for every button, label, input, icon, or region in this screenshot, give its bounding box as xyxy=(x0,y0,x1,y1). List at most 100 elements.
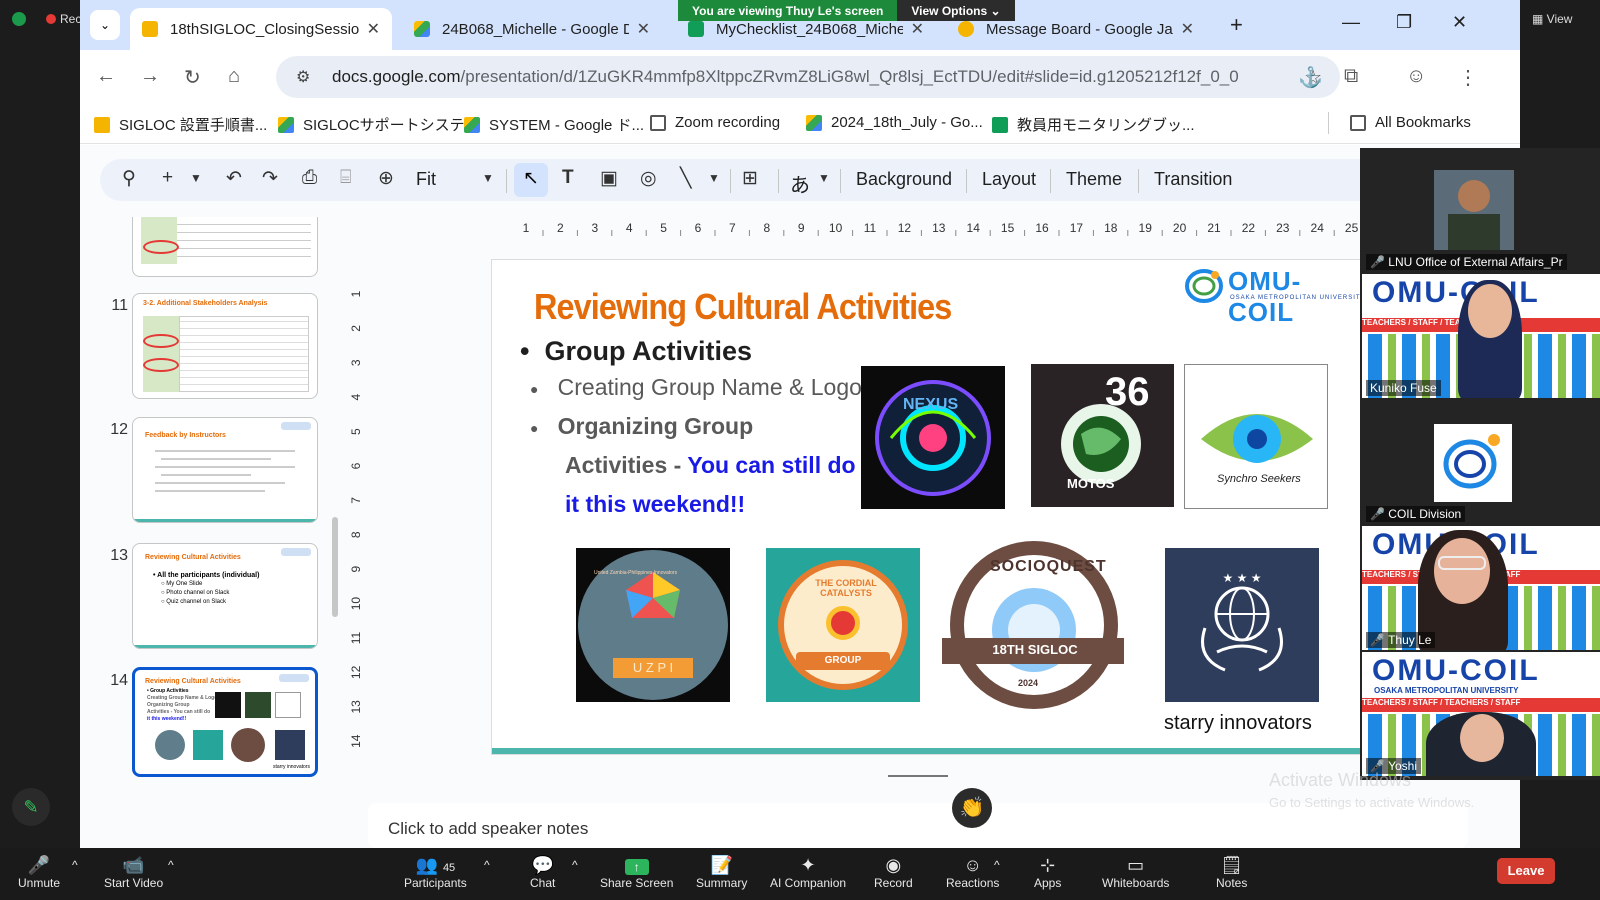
chevron-down-icon[interactable]: ▼ xyxy=(708,171,720,185)
undo-icon[interactable]: ↶ xyxy=(226,167,242,190)
chevron-down-icon[interactable]: ▼ xyxy=(818,171,830,185)
background-button[interactable]: Background xyxy=(856,169,952,190)
close-icon[interactable]: ✕ xyxy=(1181,19,1194,39)
zoom-value: Fit xyxy=(416,169,436,189)
logo-caption: MOTOS xyxy=(1067,476,1115,491)
transition-label: Transition xyxy=(1154,169,1233,189)
new-slide-icon[interactable]: + xyxy=(162,167,173,189)
chevron-up-icon[interactable]: ^ xyxy=(168,858,174,872)
omu-swirl-icon xyxy=(1443,434,1500,489)
participant-tile[interactable]: 🎤 LNU Office of External Affairs_Pr xyxy=(1362,148,1600,272)
start-video-button[interactable]: 📹 Start Video xyxy=(104,854,163,890)
participant-tile-active[interactable]: OMU-COIL TEACHERS / STAFF / TEACHERS / S… xyxy=(1362,526,1600,650)
participant-tile[interactable]: 🎤 COIL Division xyxy=(1362,400,1600,524)
ai-companion-button[interactable]: ✦ AI Companion xyxy=(770,854,846,890)
url-input[interactable]: ⚙ docs.google.com/presentation/d/1ZuGKR4… xyxy=(276,56,1340,98)
extension-icon[interactable]: ⚓ xyxy=(1298,65,1323,90)
share-screen-button[interactable]: ↑ Share Screen xyxy=(600,854,673,890)
chevron-down-icon[interactable]: ▼ xyxy=(482,171,494,185)
ruler-tick-label: 12 xyxy=(898,221,912,235)
close-icon[interactable]: ✕ xyxy=(367,19,380,39)
chevron-up-icon[interactable]: ^ xyxy=(72,858,78,872)
participants-button[interactable]: 👥 45 Participants xyxy=(404,854,467,890)
all-bookmarks[interactable]: All Bookmarks xyxy=(1350,114,1471,131)
reload-icon[interactable]: ↻ xyxy=(184,65,201,90)
new-tab-button[interactable]: + xyxy=(1230,12,1243,38)
notes-resize-handle[interactable] xyxy=(888,775,948,777)
tab-search-button[interactable]: ⌄ xyxy=(90,10,120,40)
input-tools-button[interactable]: あ xyxy=(790,169,810,198)
leave-button[interactable]: Leave xyxy=(1497,858,1555,884)
bookmark-item[interactable]: SIGLOCサポートシステム xyxy=(278,114,479,135)
toolbar-divider xyxy=(840,169,841,193)
ruler-tick-label: 8 xyxy=(763,221,770,235)
ruler-tick-label: 18 xyxy=(1104,221,1118,235)
select-tool[interactable]: ↖ xyxy=(514,163,548,197)
line-icon[interactable]: ╲ xyxy=(680,167,691,190)
reactions-button[interactable]: ☺ Reactions xyxy=(946,854,999,890)
close-icon[interactable]: ✕ xyxy=(911,19,924,39)
zoom-select[interactable]: Fit xyxy=(416,169,436,190)
bookmark-item[interactable]: 教員用モニタリングブッ... xyxy=(992,114,1195,135)
slide-thumbnail[interactable]: 3-2. Additional Stakeholders Analysis xyxy=(132,293,318,399)
chevron-down-icon[interactable]: ▼ xyxy=(190,171,202,185)
print-icon[interactable]: ⎙ xyxy=(302,167,317,189)
window-close-icon[interactable]: ✕ xyxy=(1452,12,1467,33)
paint-format-icon[interactable]: ⌸ xyxy=(340,167,351,189)
redo-icon[interactable]: ↷ xyxy=(262,167,278,190)
logo-thumb xyxy=(245,692,271,718)
chevron-up-icon[interactable]: ^ xyxy=(572,858,578,872)
filmstrip-scrollbar[interactable] xyxy=(332,517,338,617)
text-box-icon[interactable]: T xyxy=(562,167,574,189)
apps-button[interactable]: ⊹ Apps xyxy=(1034,854,1061,890)
notes-button[interactable]: 🗒 Notes xyxy=(1216,854,1247,890)
back-icon[interactable]: ← xyxy=(96,65,116,88)
slide-thumbnail[interactable]: Feedback by Instructors xyxy=(132,417,318,523)
site-info-icon[interactable]: ⚙ xyxy=(296,67,318,87)
slide-canvas[interactable]: Reviewing Cultural Activities OMU-COIL O… xyxy=(492,260,1365,754)
muted-mic-icon: 🎤 xyxy=(1370,633,1385,647)
record-button[interactable]: ◉ Record xyxy=(874,854,913,890)
theme-button[interactable]: Theme xyxy=(1066,169,1122,190)
thumbnail-line xyxy=(155,466,295,468)
tab-drive[interactable]: 24B068_Michelle - Google D ✕ xyxy=(402,8,662,50)
share-banner-message: You are viewing Thuy Le's screen xyxy=(678,0,898,21)
summary-button[interactable]: 📝 Summary xyxy=(696,854,747,890)
view-button[interactable]: ▦ View xyxy=(1532,12,1572,26)
whiteboards-button[interactable]: ▭ Whiteboards xyxy=(1102,854,1169,890)
bookmark-item[interactable]: 2024_18th_July - Go... xyxy=(806,114,983,131)
tab-slides[interactable]: 18thSIGLOC_ClosingSession ✕ xyxy=(130,8,392,50)
layout-button[interactable]: Layout xyxy=(982,169,1036,190)
profile-icon[interactable]: ☺ xyxy=(1406,65,1426,88)
forward-icon[interactable]: → xyxy=(140,65,160,88)
participant-tile[interactable]: OMU-COIL TEACHERS / STAFF / TEACHERS / S… xyxy=(1362,274,1600,398)
cursor-icon: ↖ xyxy=(523,168,539,189)
add-comment-icon[interactable]: ⊞ xyxy=(742,167,758,190)
minimize-icon[interactable]: — xyxy=(1342,12,1360,33)
menu-icon[interactable]: ⋮ xyxy=(1458,65,1478,90)
slide-thumbnail-selected[interactable]: Reviewing Cultural Activities • Group Ac… xyxy=(132,667,318,777)
unmute-button[interactable]: 🎤 Unmute xyxy=(18,854,60,890)
ruler-tick-label: 10 xyxy=(350,597,363,611)
slide-thumbnail[interactable]: Reviewing Cultural Activities • All the … xyxy=(132,543,318,649)
participant-tile[interactable]: OMU-COIL OSAKA METROPOLITAN UNIVERSITY T… xyxy=(1362,652,1600,776)
chevron-up-icon[interactable]: ^ xyxy=(484,858,490,872)
shape-icon[interactable]: ◎ xyxy=(640,167,657,190)
search-icon[interactable]: ⚲ xyxy=(122,167,136,190)
view-options-button[interactable]: View Options ⌄ xyxy=(897,0,1015,21)
bookmark-item[interactable]: SYSTEM - Google ド... xyxy=(464,114,644,135)
restore-icon[interactable]: ❐ xyxy=(1396,12,1412,33)
transition-button[interactable]: Transition xyxy=(1154,169,1232,190)
annotate-pen-icon[interactable]: ✎ xyxy=(12,788,50,826)
bookmark-item[interactable]: Zoom recording xyxy=(650,114,780,131)
close-icon[interactable]: ✕ xyxy=(637,19,650,39)
chevron-up-icon[interactable]: ^ xyxy=(994,858,1000,872)
chat-button[interactable]: 💬 Chat xyxy=(530,854,555,890)
zoom-icon[interactable]: ⊕ xyxy=(378,167,394,190)
image-icon[interactable]: ▣ xyxy=(600,167,618,190)
home-icon[interactable]: ⌂ xyxy=(228,65,240,88)
logo-caption: United Zambia-Philippines Innovators xyxy=(594,570,678,576)
extensions-puzzle-icon[interactable]: ⧉ xyxy=(1344,65,1358,88)
bookmark-item[interactable]: SIGLOC 設置手順書... xyxy=(94,114,267,135)
slide-thumbnail[interactable] xyxy=(132,217,318,277)
